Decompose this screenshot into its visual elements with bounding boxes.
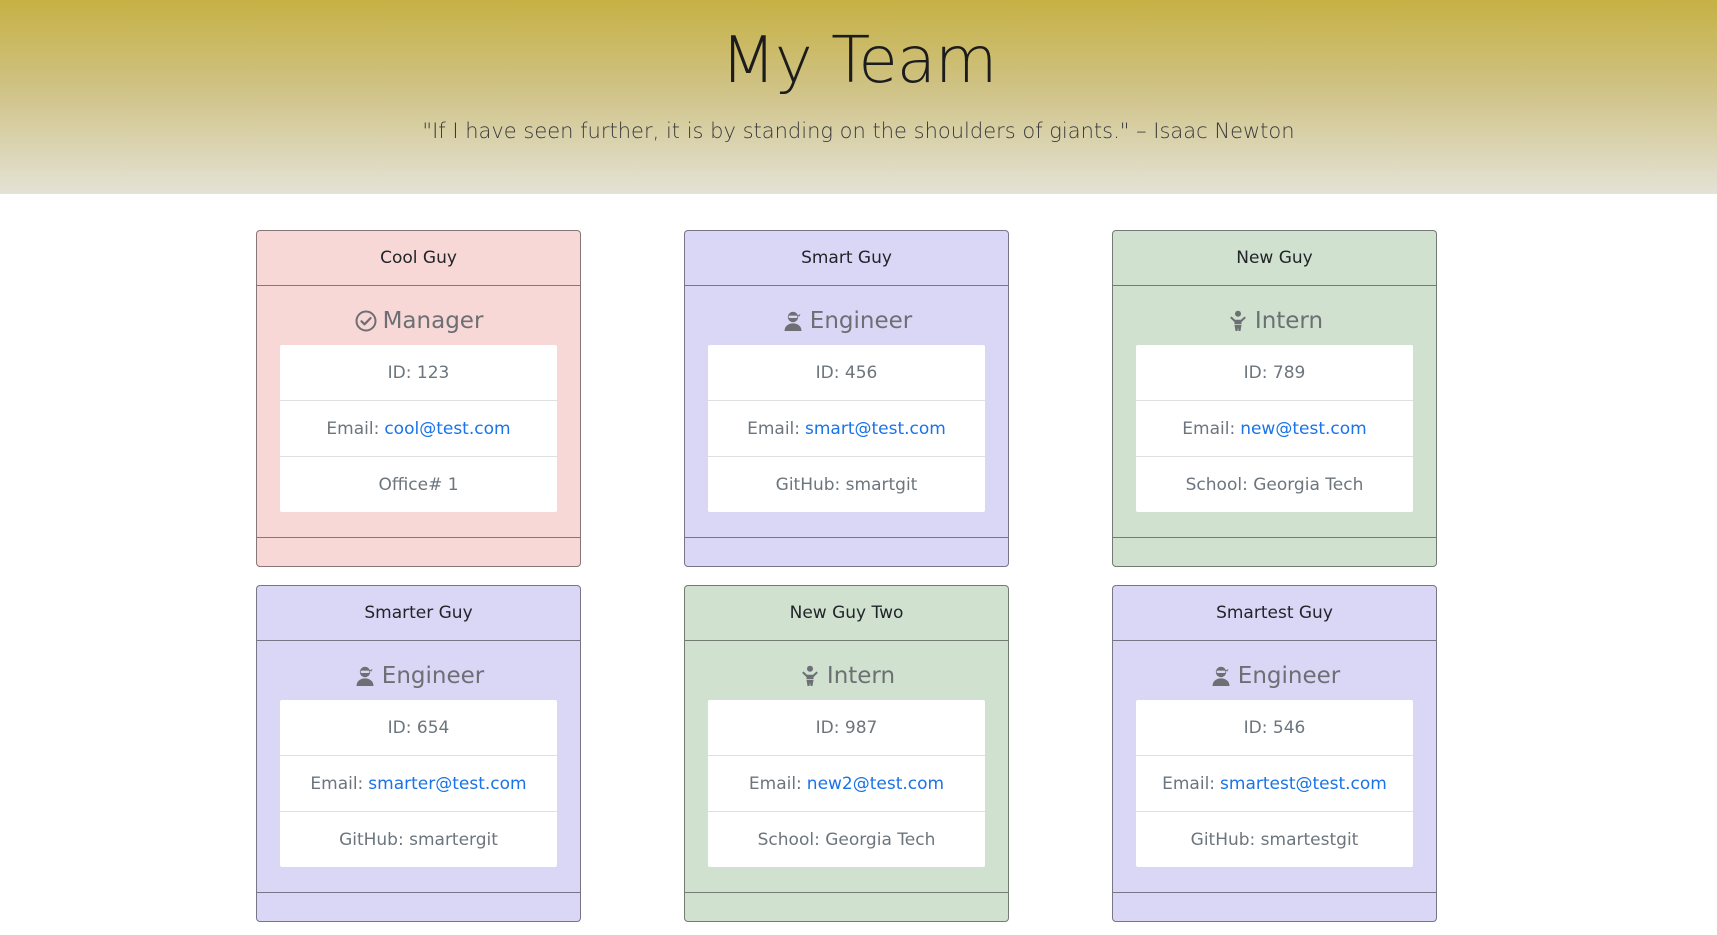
email-label: Email: xyxy=(748,773,802,794)
email-link[interactable]: smartest@test.com xyxy=(1220,774,1387,794)
card-body: Engineer ID: 654 Email: smarter@test.com… xyxy=(257,641,580,869)
card-body: Manager ID: 123 Email: cool@test.com Off… xyxy=(257,286,580,514)
email-link[interactable]: new@test.com xyxy=(1240,419,1367,439)
employee-id: ID: 654 xyxy=(387,717,450,738)
team-grid: Cool Guy Manager ID: 123 Email: cool@tes… xyxy=(256,230,1437,922)
role-label: Intern xyxy=(826,663,896,689)
email-link[interactable]: smarter@test.com xyxy=(368,774,526,794)
employee-id: ID: 987 xyxy=(815,717,878,738)
info-list: ID: 654 Email: smarter@test.com GitHub: … xyxy=(280,700,557,867)
header-quote: "If I have seen further, it is by standi… xyxy=(422,119,1295,143)
card-body: Intern ID: 789 Email: new@test.com Schoo… xyxy=(1113,286,1436,514)
employee-card: Smart Guy Engineer ID: 456 Email: smart@… xyxy=(684,230,1009,567)
email-link[interactable]: new2@test.com xyxy=(807,774,944,794)
github-username: GitHub: smartestgit xyxy=(1136,811,1413,867)
employee-email-row: Email: smartest@test.com xyxy=(1136,755,1413,811)
role-title: Intern xyxy=(708,662,985,690)
employee-id: ID: 789 xyxy=(1243,362,1306,383)
role-title: Engineer xyxy=(708,307,985,335)
info-list: ID: 456 Email: smart@test.com GitHub: sm… xyxy=(708,345,985,512)
card-footer xyxy=(685,537,1008,566)
card-body: Intern ID: 987 Email: new2@test.com Scho… xyxy=(685,641,1008,869)
employee-card: New Guy Intern ID: 789 Email: new@test.c… xyxy=(1112,230,1437,567)
card-header-name: Smart Guy xyxy=(685,231,1008,286)
card-header-name: New Guy Two xyxy=(685,586,1008,641)
email-label: Email: xyxy=(1182,418,1236,439)
employee-card: Smartest Guy Engineer ID: 546 Email: sma… xyxy=(1112,585,1437,922)
card-header-name: New Guy xyxy=(1113,231,1436,286)
user-ninja-icon xyxy=(1209,664,1233,688)
card-body: Engineer ID: 456 Email: smart@test.com G… xyxy=(685,286,1008,514)
role-label: Engineer xyxy=(809,308,913,334)
role-label: Manager xyxy=(382,308,484,334)
email-label: Email: xyxy=(310,773,364,794)
school-name: School: Georgia Tech xyxy=(1136,456,1413,512)
employee-id: ID: 546 xyxy=(1243,717,1306,738)
github-username: GitHub: smartergit xyxy=(280,811,557,867)
header-banner: My Team "If I have seen further, it is b… xyxy=(0,0,1717,194)
email-label: Email: xyxy=(747,418,801,439)
employee-email-row: Email: smarter@test.com xyxy=(280,755,557,811)
role-title: Intern xyxy=(1136,307,1413,335)
check-circle-icon xyxy=(354,309,378,333)
role-label: Engineer xyxy=(381,663,485,689)
employee-email-row: Email: smart@test.com xyxy=(708,400,985,456)
email-label: Email: xyxy=(326,418,380,439)
office-number: Office# 1 xyxy=(280,456,557,512)
card-footer xyxy=(257,892,580,921)
employee-email-row: Email: new@test.com xyxy=(1136,400,1413,456)
employee-id: ID: 123 xyxy=(387,362,450,383)
email-link[interactable]: smart@test.com xyxy=(805,419,946,439)
role-title: Engineer xyxy=(1136,662,1413,690)
employee-card: Smarter Guy Engineer ID: 654 Email: smar… xyxy=(256,585,581,922)
card-header-name: Smarter Guy xyxy=(257,586,580,641)
employee-card: Cool Guy Manager ID: 123 Email: cool@tes… xyxy=(256,230,581,567)
role-label: Intern xyxy=(1254,308,1324,334)
card-footer xyxy=(257,537,580,566)
employee-id: ID: 456 xyxy=(815,362,878,383)
card-footer xyxy=(1113,537,1436,566)
child-icon xyxy=(1226,309,1250,333)
employee-email-row: Email: new2@test.com xyxy=(708,755,985,811)
card-body: Engineer ID: 546 Email: smartest@test.co… xyxy=(1113,641,1436,869)
card-footer xyxy=(685,892,1008,921)
card-header-name: Cool Guy xyxy=(257,231,580,286)
card-header-name: Smartest Guy xyxy=(1113,586,1436,641)
role-title: Engineer xyxy=(280,662,557,690)
page-title: My Team xyxy=(720,24,998,98)
role-title: Manager xyxy=(280,307,557,335)
school-name: School: Georgia Tech xyxy=(708,811,985,867)
email-link[interactable]: cool@test.com xyxy=(384,419,510,439)
github-username: GitHub: smartgit xyxy=(708,456,985,512)
role-label: Engineer xyxy=(1237,663,1341,689)
info-list: ID: 123 Email: cool@test.com Office# 1 xyxy=(280,345,557,512)
employee-card: New Guy Two Intern ID: 987 Email: new2@t… xyxy=(684,585,1009,922)
employee-email-row: Email: cool@test.com xyxy=(280,400,557,456)
info-list: ID: 789 Email: new@test.com School: Geor… xyxy=(1136,345,1413,512)
card-footer xyxy=(1113,892,1436,921)
info-list: ID: 546 Email: smartest@test.com GitHub:… xyxy=(1136,700,1413,867)
email-label: Email: xyxy=(1162,773,1216,794)
user-ninja-icon xyxy=(781,309,805,333)
child-icon xyxy=(798,664,822,688)
user-ninja-icon xyxy=(353,664,377,688)
info-list: ID: 987 Email: new2@test.com School: Geo… xyxy=(708,700,985,867)
